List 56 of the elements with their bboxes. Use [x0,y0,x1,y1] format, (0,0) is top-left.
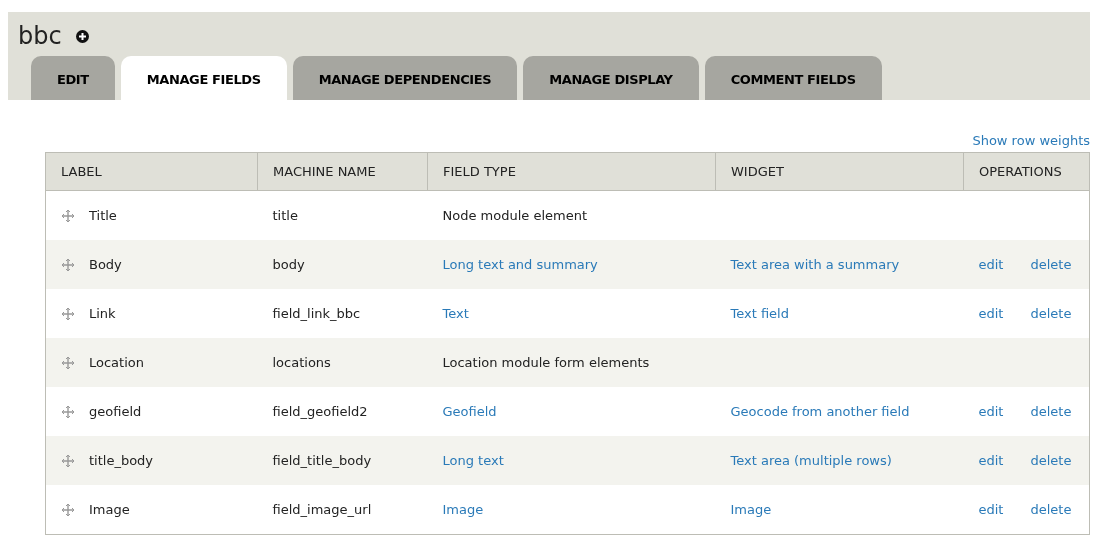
field-label: Image [89,500,130,519]
widget-link[interactable]: Text area (multiple rows) [730,452,892,468]
operation-link[interactable]: delete [1030,495,1072,524]
operation-link[interactable]: delete [1030,397,1072,426]
tab[interactable]: MANAGE DISPLAY [523,56,699,100]
operation-link[interactable]: edit [978,446,1004,475]
drag-handle-icon[interactable] [61,208,75,223]
column-header: LABEL [45,152,258,191]
drag-handle-icon[interactable] [61,355,75,370]
field-type-link[interactable]: Image [442,501,484,517]
widget-link[interactable]: Text area with a summary [730,256,900,272]
add-icon[interactable] [75,29,89,43]
field-type-link[interactable]: Geofield [442,403,497,419]
column-header: WIDGET [715,152,964,191]
drag-handle-icon[interactable] [61,502,75,517]
machine-name: field_title_body [272,452,372,468]
operation-link[interactable]: delete [1030,446,1072,475]
widget-link[interactable]: Geocode from another field [730,403,910,419]
field-type: Location module form elements [442,354,650,370]
operation-link[interactable]: delete [1030,250,1072,279]
machine-name: body [272,256,305,272]
drag-handle-icon[interactable] [61,306,75,321]
drag-handle-icon[interactable] [61,404,75,419]
show-row-weights-link[interactable]: Show row weights [972,133,1090,148]
machine-name: title [272,207,298,223]
machine-name: field_geofield2 [272,403,368,419]
tab[interactable]: MANAGE FIELDS [120,56,287,100]
drag-handle-icon[interactable] [61,453,75,468]
field-label: Title [89,206,117,225]
tab[interactable]: EDIT [31,56,115,100]
widget-link[interactable]: Image [730,501,772,517]
field-label: geofield [89,402,142,421]
drag-handle-icon[interactable] [61,257,75,272]
machine-name: field_link_bbc [272,305,361,321]
column-header: FIELD TYPE [427,152,716,191]
column-header: OPERATIONS [963,152,1090,191]
operation-link[interactable]: edit [978,250,1004,279]
operation-link[interactable]: edit [978,299,1004,328]
field-label: Link [89,304,116,323]
operation-link[interactable]: delete [1030,299,1072,328]
field-type: Node module element [442,207,588,223]
field-type-link[interactable]: Long text and summary [442,256,598,272]
field-label: Body [89,255,122,274]
tab[interactable]: MANAGE DEPENDENCIES [292,56,518,100]
machine-name: field_image_url [272,501,372,517]
page-title: bbc [18,22,62,50]
widget-link[interactable]: Text field [730,305,789,321]
tab[interactable]: COMMENT FIELDS [704,56,882,100]
column-header: MACHINE NAME [257,152,428,191]
field-type-link[interactable]: Long text [442,452,504,468]
field-type-link[interactable]: Text [442,305,469,321]
operation-link[interactable]: edit [978,495,1004,524]
field-label: Location [89,353,144,372]
field-label: title_body [89,451,154,470]
machine-name: locations [272,354,331,370]
operation-link[interactable]: edit [978,397,1004,426]
